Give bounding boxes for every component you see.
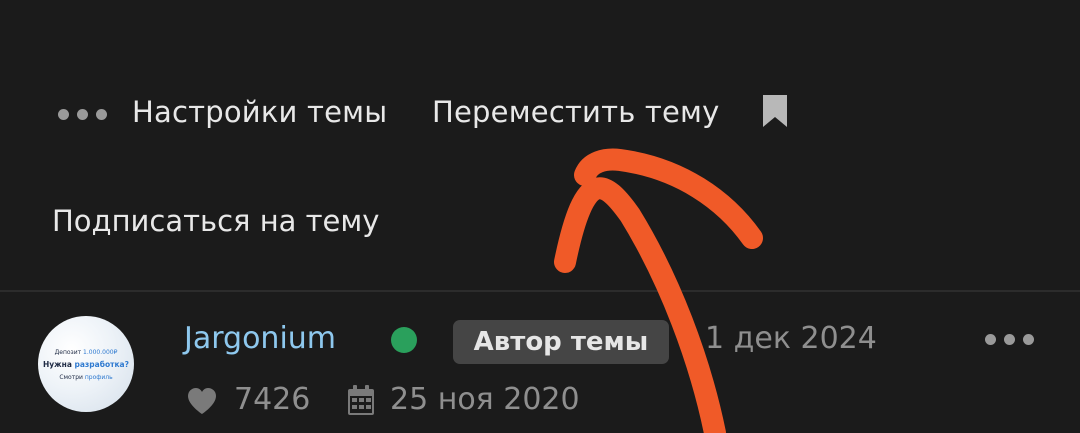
subscribe-topic-button[interactable]: Подписаться на тему [52,199,379,243]
registration-date: 25 ноя 2020 [390,382,580,417]
avatar[interactable]: Депозит 1.000.000₽ Нужна разработка? Смо… [38,316,134,412]
username-link[interactable]: Jargonium [184,318,336,360]
topic-settings-button[interactable]: Настройки темы [132,90,387,134]
post-date[interactable]: 1 дек 2024 [705,318,877,360]
bookmark-icon[interactable] [760,93,790,129]
calendar-icon [348,385,374,415]
likes-count: 7426 [234,382,311,417]
avatar-text: Смотри [59,374,85,381]
divider [0,290,1080,292]
avatar-text-line-3: Смотри профиль [38,374,134,381]
topic-author-badge: Автор темы [453,320,669,364]
topic-page: Настройки темы Переместить тему Подписат… [0,0,1080,433]
avatar-text-accent: 1.000.000₽ [83,349,118,356]
online-status-indicator [391,327,417,353]
avatar-text-line-1: Депозит 1.000.000₽ [38,349,134,356]
post-more-ellipsis-icon[interactable] [985,330,1037,348]
avatar-text: Нужна [43,360,75,369]
more-actions-ellipsis-icon[interactable] [58,104,112,124]
move-topic-button[interactable]: Переместить тему [432,90,719,134]
avatar-text-accent: разработка? [74,360,129,369]
avatar-text-accent: профиль [84,374,113,381]
avatar-text: Депозит [54,349,84,356]
avatar-text-line-2: Нужна разработка? [38,360,134,369]
heart-icon [188,388,216,414]
